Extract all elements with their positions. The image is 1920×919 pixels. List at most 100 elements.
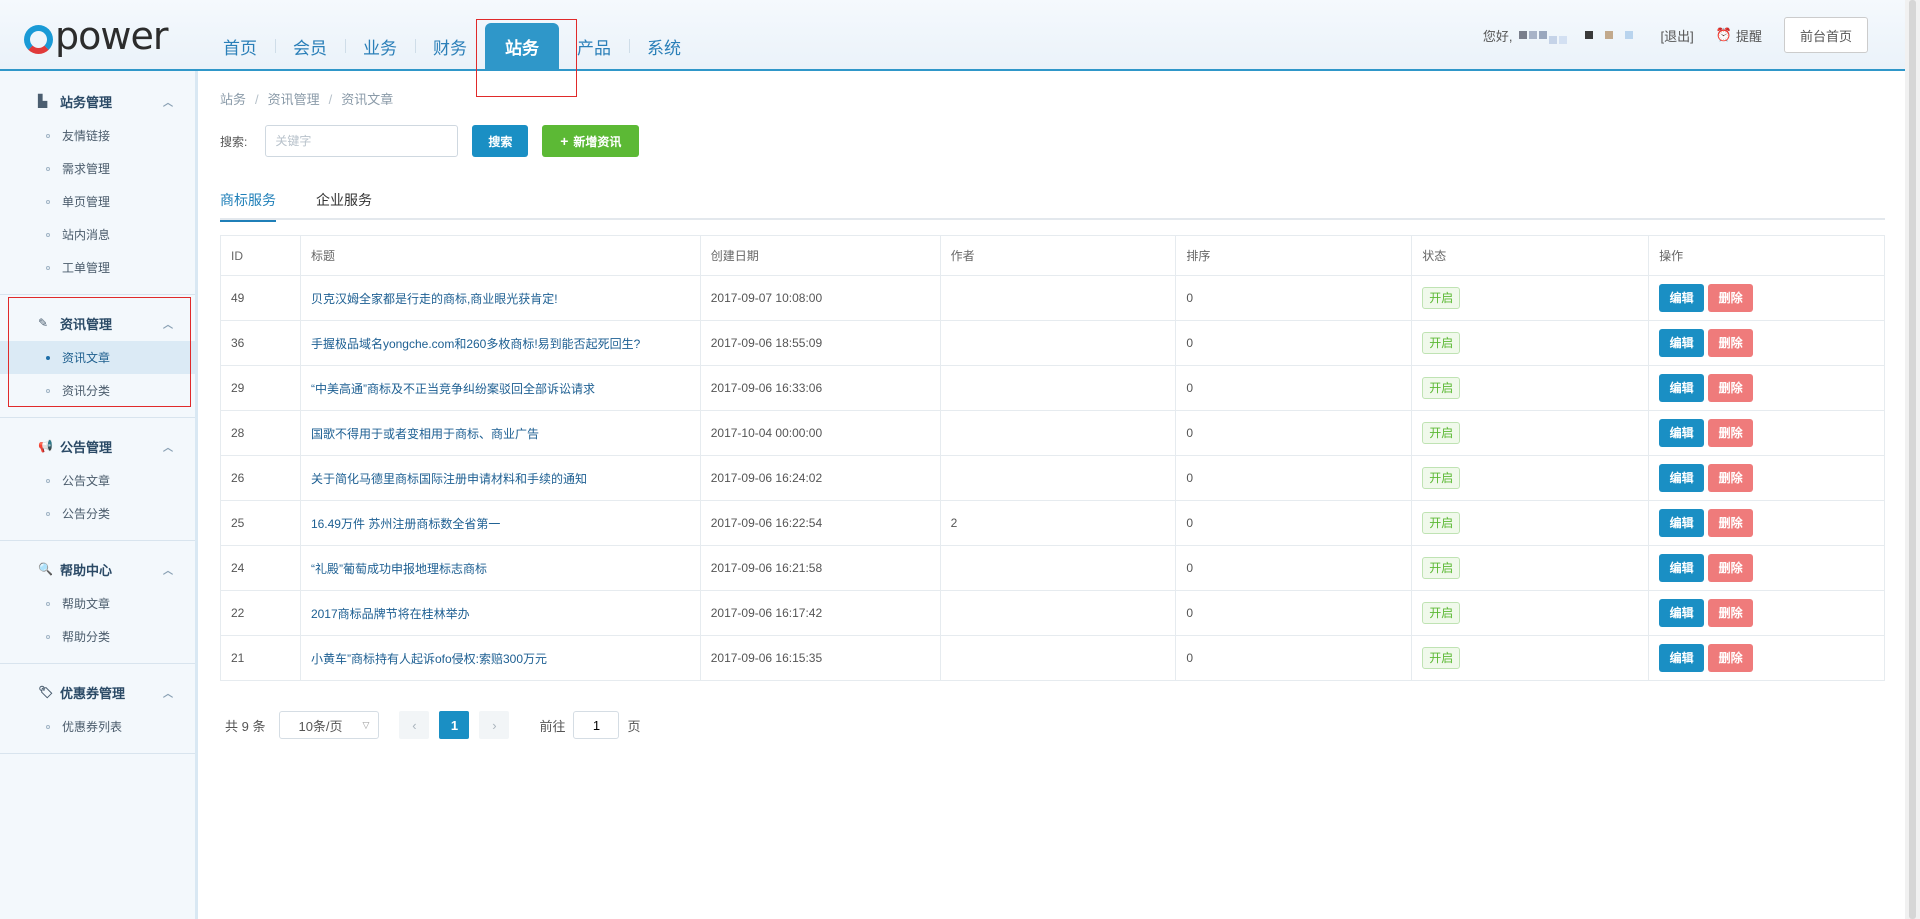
sidebar-item-coupon-list[interactable]: 优惠券列表 (0, 710, 195, 743)
sidebar-group-coupon: 🏷 优惠券管理 ︿ 优惠券列表 (0, 664, 195, 754)
edit-button[interactable]: 编辑 (1659, 419, 1705, 447)
sidebar-item-demand[interactable]: 需求管理 (0, 152, 195, 185)
delete-button[interactable]: 删除 (1708, 554, 1754, 582)
title-link[interactable]: “中美高通”商标及不正当竞争纠纷案驳回全部诉讼请求 (311, 382, 595, 396)
sidebar-item-notice-category[interactable]: 公告分类 (0, 497, 195, 530)
nav-finance[interactable]: 财务 (415, 23, 485, 69)
logo[interactable]: power (24, 14, 168, 58)
cell-title[interactable]: “中美高通”商标及不正当竞争纠纷案驳回全部诉讼请求 (299, 365, 701, 411)
cell-title[interactable]: 国歌不得用于或者变相用于商标、商业广告 (299, 410, 701, 456)
logout-link[interactable]: [退出] (1661, 26, 1694, 45)
delete-button[interactable]: 删除 (1708, 374, 1754, 402)
page-number-current[interactable]: 1 (439, 711, 470, 739)
nav-member[interactable]: 会员 (275, 23, 345, 69)
title-link[interactable]: 16.49万件 苏州注册商标数全省第一 (311, 517, 500, 531)
delete-button[interactable]: 删除 (1708, 329, 1754, 357)
alarm-clock-icon: ⏰ (1715, 27, 1732, 42)
sidebar-item-work-order[interactable]: 工单管理 (0, 251, 195, 284)
delete-button[interactable]: 删除 (1708, 599, 1754, 627)
bullhorn-icon: 📢 (38, 439, 53, 453)
sidebar-item-single-page[interactable]: 单页管理 (0, 185, 195, 218)
sidebar-item-label: 需求管理 (62, 162, 111, 176)
edit-button[interactable]: 编辑 (1659, 464, 1705, 492)
table-header-row: ID 标题 创建日期 作者 排序 状态 操作 (220, 235, 1885, 276)
front-home-button[interactable]: 前台首页 (1783, 17, 1868, 53)
chevron-up-icon: ︿ (163, 688, 173, 700)
tab-trademark-service[interactable]: 商标服务 (220, 190, 276, 222)
edit-button[interactable]: 编辑 (1659, 599, 1705, 627)
title-link[interactable]: 国歌不得用于或者变相用于商标、商业广告 (311, 427, 539, 441)
edit-button[interactable]: 编辑 (1659, 554, 1705, 582)
cell-title[interactable]: 关于简化马德里商标国际注册申请材料和手续的通知 (299, 455, 701, 501)
nav-business[interactable]: 业务 (345, 23, 415, 69)
cell-id: 21 (220, 635, 301, 681)
cell-date: 2017-09-06 16:15:35 (699, 635, 941, 681)
cell-title[interactable]: 16.49万件 苏州注册商标数全省第一 (299, 500, 701, 546)
sidebar-item-news-category[interactable]: 资讯分类 (0, 374, 195, 407)
goto-page-input[interactable] (573, 711, 620, 739)
sidebar-item-label: 单页管理 (62, 195, 111, 209)
status-badge: 开启 (1422, 287, 1461, 309)
title-link[interactable]: 2017商标品牌节将在桂林举办 (311, 607, 470, 621)
add-news-button[interactable]: + 新增资讯 (542, 125, 640, 157)
goto-page: 前往 页 (539, 711, 641, 739)
scrollbar-thumb[interactable] (1909, 0, 1916, 919)
sidebar-head-help[interactable]: 🔍 帮助中心 ︿ (0, 551, 195, 587)
sidebar-head-news[interactable]: ✎ 资讯管理 ︿ (0, 305, 195, 341)
sidebar-item-news-article[interactable]: 资讯文章 (0, 341, 195, 374)
next-page-button[interactable]: › (479, 711, 510, 739)
table-row: 49 贝克汉姆全家都是行走的商标,商业眼光获肯定! 2017-09-07 10:08… (220, 275, 1885, 321)
cell-title[interactable]: “礼殿”葡萄成功申报地理标志商标 (299, 545, 701, 591)
title-link[interactable]: 小黄车”商标持有人起诉ofo侵权:索赔300万元 (311, 652, 547, 666)
breadcrumb-item[interactable]: 资讯管理 (268, 92, 320, 107)
edit-button[interactable]: 编辑 (1659, 374, 1705, 402)
sidebar-item-label: 公告分类 (62, 507, 111, 521)
sidebar-item-friend-links[interactable]: 友情链接 (0, 119, 195, 152)
edit-button[interactable]: 编辑 (1659, 509, 1705, 537)
tags-icon: 🏷 (38, 685, 54, 699)
sidebar-head-site[interactable]: ▙ 站务管理 ︿ (0, 83, 195, 119)
nav-product[interactable]: 产品 (559, 23, 629, 69)
cell-actions: 编辑 删除 (1648, 365, 1885, 411)
cell-title[interactable]: 小黄车”商标持有人起诉ofo侵权:索赔300万元 (299, 635, 701, 681)
edit-button[interactable]: 编辑 (1659, 284, 1705, 312)
sidebar-item-notice-article[interactable]: 公告文章 (0, 464, 195, 497)
plus-icon: + (560, 133, 569, 149)
delete-button[interactable]: 删除 (1708, 419, 1754, 447)
nav-system[interactable]: 系统 (629, 23, 699, 69)
cell-status: 开启 (1411, 275, 1650, 321)
title-link[interactable]: 贝克汉姆全家都是行走的商标,商业眼光获肯定! (311, 292, 558, 306)
sidebar-head-notice[interactable]: 📢 公告管理 ︿ (0, 428, 195, 464)
sidebar-item-site-message[interactable]: 站内消息 (0, 218, 195, 251)
bullet-icon (46, 478, 50, 483)
bullet-icon (46, 166, 50, 171)
search-button[interactable]: 搜索 (472, 125, 529, 157)
nav-site-affairs[interactable]: 站务 (485, 23, 559, 69)
title-link[interactable]: “礼殿”葡萄成功申报地理标志商标 (311, 562, 487, 576)
delete-button[interactable]: 删除 (1708, 464, 1754, 492)
edit-button[interactable]: 编辑 (1659, 644, 1705, 672)
sidebar-item-help-article[interactable]: 帮助文章 (0, 587, 195, 620)
delete-button[interactable]: 删除 (1708, 644, 1754, 672)
cell-id: 26 (220, 455, 301, 501)
cell-title[interactable]: 2017商标品牌节将在桂林举办 (299, 590, 701, 636)
breadcrumb-item[interactable]: 站务 (220, 92, 246, 107)
edit-button[interactable]: 编辑 (1659, 329, 1705, 357)
sidebar-item-help-category[interactable]: 帮助分类 (0, 620, 195, 653)
page-size-select[interactable]: 10条/页 ▽ (279, 711, 380, 739)
tab-enterprise-service[interactable]: 企业服务 (316, 190, 372, 220)
prev-page-button[interactable]: ‹ (399, 711, 430, 739)
cell-title[interactable]: 手握极品域名yongche.com和260多枚商标!易到能否起死回生? (299, 320, 701, 366)
title-link[interactable]: 关于简化马德里商标国际注册申请材料和手续的通知 (311, 472, 587, 486)
remind-link[interactable]: ⏰ 提醒 (1716, 26, 1762, 45)
sidebar-head-coupon[interactable]: 🏷 优惠券管理 ︿ (0, 674, 195, 710)
delete-button[interactable]: 删除 (1708, 284, 1754, 312)
vertical-scrollbar[interactable] (1905, 0, 1920, 919)
search-input[interactable] (265, 125, 459, 157)
cell-title[interactable]: 贝克汉姆全家都是行走的商标,商业眼光获肯定! (299, 275, 701, 321)
nav-home[interactable]: 首页 (205, 23, 275, 69)
delete-button[interactable]: 删除 (1708, 509, 1754, 537)
table-row: 22 2017商标品牌节将在桂林举办 2017-09-06 16:17:42 0 开启 编… (220, 590, 1885, 636)
total-count: 共 9 条 (225, 718, 266, 734)
title-link[interactable]: 手握极品域名yongche.com和260多枚商标!易到能否起死回生? (311, 337, 640, 351)
